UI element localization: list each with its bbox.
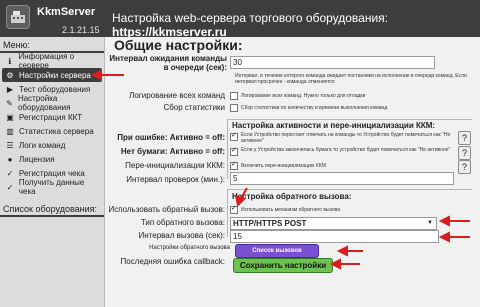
app-logo bbox=[6, 5, 30, 29]
top-bar: KkmServer 2.1.21.15 Настройка web-сервер… bbox=[0, 0, 480, 39]
sidebar-item-info[interactable]: ℹ Информация о сервере bbox=[2, 52, 102, 70]
use-callback-label: Использовать обратный вызов: bbox=[108, 205, 225, 214]
equipment-list-title: Список оборудования: bbox=[3, 204, 98, 214]
timeout-label: Интервал ожидания команды в очереди (сек… bbox=[109, 54, 227, 72]
sidebar-item-label: Получить данные чека bbox=[18, 178, 85, 196]
on-error-checkbox[interactable] bbox=[230, 131, 238, 141]
callback-type-select[interactable]: HTTP/HTTPS POST ▼ bbox=[230, 217, 437, 230]
no-paper-help-button[interactable]: ? bbox=[458, 146, 471, 160]
cash-register-icon bbox=[11, 11, 25, 23]
stats-label: Сбор статистики bbox=[163, 103, 225, 112]
timeout-input[interactable]: 30 bbox=[230, 56, 435, 69]
register-icon: ▣ bbox=[6, 112, 14, 122]
log-all-note: Логирование всех команд. Нужно только дл… bbox=[241, 93, 366, 99]
sidebar-item-label: Лицензия bbox=[19, 154, 55, 164]
receipt-icon: ✓ bbox=[6, 168, 14, 178]
page-title: Общие настройки: bbox=[114, 37, 243, 53]
no-paper-checkbox[interactable] bbox=[230, 146, 238, 156]
callback-interval-input[interactable]: 15 bbox=[230, 230, 439, 243]
sidebar-item-label: Тест оборудования bbox=[19, 84, 91, 94]
reinit-help-button[interactable]: ? bbox=[458, 160, 471, 174]
app-version: 2.1.21.15 bbox=[62, 25, 100, 35]
stats-checkbox[interactable] bbox=[230, 104, 238, 112]
callback-section-title: Настройка обратного вызова: bbox=[232, 192, 352, 201]
chart-icon: ▥ bbox=[6, 126, 14, 136]
save-settings-button[interactable]: Сохранить настройки bbox=[233, 258, 333, 273]
page-heading-text: Настройка web-сервера торгового оборудов… bbox=[112, 11, 389, 25]
sidebar-item-label: Регистрация чека bbox=[19, 168, 85, 178]
log-all-label: Логирование всех команд bbox=[129, 91, 225, 100]
timeout-note: Интервал, в течение которого команда ожи… bbox=[235, 73, 467, 85]
callback-type-label: Тип обратного вызова: bbox=[140, 218, 225, 227]
sidebar-item-logs[interactable]: ☰ Логи команд bbox=[2, 138, 102, 152]
stats-note: Сбор статистики по количеству и времени … bbox=[241, 105, 388, 111]
callback-list-button[interactable]: Список вызовов bbox=[235, 244, 319, 258]
callback-section-top-border bbox=[227, 189, 472, 190]
sidebar-item-receipt-data[interactable]: ✓ Получить данные чека bbox=[2, 178, 102, 196]
sidebar-item-equipment-setup[interactable]: ✎ Настройка оборудования bbox=[2, 94, 102, 112]
sidebar-item-server-settings[interactable]: ⚙ Настройки сервера bbox=[2, 68, 102, 82]
no-paper-note: Если у Устройства закончилась бумага то … bbox=[241, 147, 451, 153]
play-icon: ▶ bbox=[6, 84, 14, 94]
sidebar-item-label: Статистика сервера bbox=[19, 126, 94, 136]
use-callback-checkbox[interactable] bbox=[230, 204, 238, 214]
on-error-note: Если Устройство перестает отвечать на ко… bbox=[241, 132, 451, 144]
sidebar-item-label: Настройки сервера bbox=[19, 70, 91, 80]
log-icon: ☰ bbox=[6, 140, 14, 150]
section-left-border bbox=[227, 119, 228, 179]
main-panel: Общие настройки: Интервал ожидания коман… bbox=[105, 37, 480, 307]
check-interval-label: Интервал проверок (мин.): bbox=[126, 175, 225, 184]
callback-section-left-border bbox=[227, 189, 228, 237]
callback-type-value: HTTP/HTTPS POST bbox=[233, 219, 307, 228]
log-all-checkbox[interactable] bbox=[230, 92, 238, 100]
sidebar-item-kkt-registration[interactable]: ▣ Регистрация ККТ bbox=[2, 110, 102, 124]
page-heading: Настройка web-сервера торгового оборудов… bbox=[112, 11, 480, 39]
check-interval-input[interactable]: 5 bbox=[230, 172, 454, 185]
section-top-border bbox=[227, 119, 472, 120]
callback-settings-label: Настройки обратного вызова bbox=[149, 245, 230, 251]
sidebar-item-label: Логи команд bbox=[19, 140, 66, 150]
app-title: KkmServer bbox=[37, 6, 96, 18]
on-error-label: При ошибке: Активно = off: bbox=[117, 133, 225, 142]
info-icon: ℹ bbox=[8, 56, 12, 66]
on-error-help-button[interactable]: ? bbox=[458, 131, 471, 145]
reinit-checkbox[interactable] bbox=[230, 160, 238, 170]
sidebar-item-label: Регистрация ККТ bbox=[19, 112, 83, 122]
receipt-data-icon: ✓ bbox=[6, 182, 14, 192]
menu-title: Меню: bbox=[3, 40, 30, 50]
sidebar-item-statistics[interactable]: ▥ Статистика сервера bbox=[2, 124, 102, 138]
last-error-label: Последняя ошибка callback: bbox=[120, 257, 225, 266]
use-callback-note: Использовать механизм обратного вызова bbox=[241, 207, 341, 213]
callback-interval-label: Интервал вызова (сек): bbox=[138, 231, 226, 240]
wrench-icon: ✎ bbox=[6, 98, 13, 108]
no-paper-label: Нет бумаги: Активно = off: bbox=[120, 147, 225, 156]
kkm-section-title: Настройка активности и пере-инициализаци… bbox=[232, 121, 436, 130]
sidebar: Меню: ℹ Информация о сервере ⚙ Настройки… bbox=[0, 37, 105, 307]
reinit-note: Включить пере-инициализацию ККМ bbox=[241, 163, 326, 169]
license-icon: ● bbox=[7, 154, 13, 164]
gear-icon: ⚙ bbox=[6, 70, 14, 80]
equipment-list-divider bbox=[0, 215, 104, 217]
reinit-label: Пере-инициализации ККМ: bbox=[125, 161, 225, 170]
sidebar-item-license[interactable]: ● Лицензия bbox=[2, 152, 102, 166]
chevron-down-icon: ▼ bbox=[427, 220, 433, 226]
